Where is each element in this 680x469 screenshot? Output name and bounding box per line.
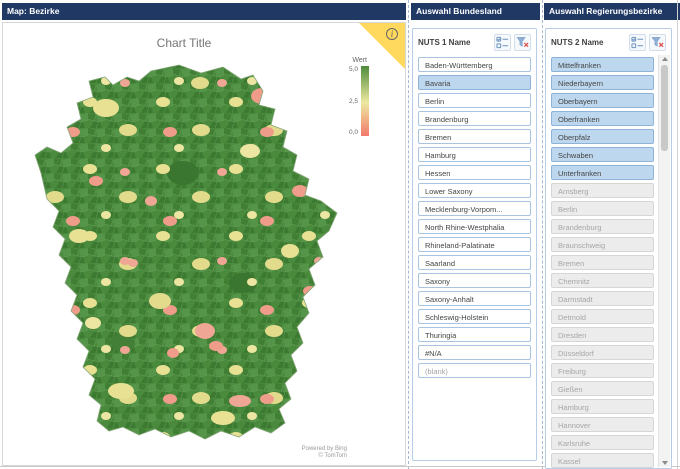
slicer-item[interactable]: Saxony-Anhalt <box>418 291 531 306</box>
regierungsbezirke-slicer: NUTS 2 Name Mittelfranken Niederbayern O… <box>545 28 672 469</box>
slicer-item[interactable]: (blank) <box>418 363 531 378</box>
clear-filter-icon <box>651 36 664 47</box>
scroll-down-icon[interactable] <box>662 461 668 465</box>
slicer-item[interactable]: Arnsberg <box>551 183 654 198</box>
regierungsbezirke-item-list: Mittelfranken Niederbayern Oberbayern Oberf… <box>546 55 671 468</box>
slicer-item[interactable]: Oberfranken <box>551 111 654 126</box>
slicer-item[interactable]: Brandenburg <box>418 111 531 126</box>
slicer-item[interactable]: Saxony <box>418 273 531 288</box>
column-separator <box>542 0 543 469</box>
dashboard: Map: Bezirke Auswahl Bundesland Auswahl … <box>0 0 680 469</box>
multi-select-button[interactable] <box>629 33 646 51</box>
column-separator <box>408 0 409 469</box>
slicer-item[interactable]: Darmstadt <box>551 291 654 306</box>
slicer-item[interactable]: Kassel <box>551 453 654 468</box>
slicer-item[interactable]: Mecklenburg-Vorpom... <box>418 201 531 216</box>
regierungsbezirke-panel-header: Auswahl Regierungsbezirke <box>544 3 680 20</box>
bundesland-panel-header: Auswahl Bundesland <box>411 3 540 20</box>
slicer-item[interactable]: Thuringia <box>418 327 531 342</box>
slicer-item[interactable]: #N/A <box>418 345 531 360</box>
legend-mid-label: 2,5 <box>348 97 358 105</box>
slicer-item[interactable]: Hessen <box>418 165 531 180</box>
scroll-up-icon[interactable] <box>662 57 668 61</box>
slicer-title: NUTS 2 Name <box>551 37 604 47</box>
scrollbar-thumb[interactable] <box>661 65 668 151</box>
map-chart-panel: Chart Title i Wert 5,0 2,5 0,0 Powered b… <box>2 22 406 466</box>
slicer-item[interactable]: Freiburg <box>551 363 654 378</box>
slicer-item[interactable]: Brandenburg <box>551 219 654 234</box>
window-edge <box>677 0 678 469</box>
legend-gradient-bar <box>361 66 369 136</box>
multi-select-button[interactable] <box>494 33 511 51</box>
slicer-item[interactable]: Karlsruhe <box>551 435 654 450</box>
slicer-item[interactable]: Bremen <box>551 255 654 270</box>
attribution-tomtom: © TomTom <box>318 453 347 459</box>
slicer-item[interactable]: Oberpfalz <box>551 129 654 144</box>
clear-filter-icon <box>516 36 529 47</box>
slicer-item[interactable]: Düsseldorf <box>551 345 654 360</box>
slicer-item[interactable]: Berlin <box>418 93 531 108</box>
slicer-title: NUTS 1 Name <box>418 37 471 47</box>
clear-filter-button[interactable] <box>514 33 531 51</box>
clear-filter-button[interactable] <box>649 33 666 51</box>
slicer-item[interactable]: Mittelfranken <box>551 57 654 72</box>
slicer-item[interactable]: Schwaben <box>551 147 654 162</box>
slicer-item[interactable]: Gießen <box>551 381 654 396</box>
slicer-item[interactable]: Braunschweig <box>551 237 654 252</box>
chart-title: Chart Title <box>156 36 212 50</box>
slicer-item[interactable]: Hamburg <box>551 399 654 414</box>
slicer-item[interactable]: Niederbayern <box>551 75 654 90</box>
slicer-item[interactable]: Chemnitz <box>551 273 654 288</box>
slicer-item[interactable]: Hannover <box>551 417 654 432</box>
slicer-item[interactable]: Lower Saxony <box>418 183 531 198</box>
info-icon: i <box>386 28 398 40</box>
slicer-item[interactable]: Rhineland-Palatinate <box>418 237 531 252</box>
slicer-item[interactable]: Dresden <box>551 327 654 342</box>
slicer-item[interactable]: Bavaria <box>418 75 531 90</box>
slicer-item[interactable]: Detmold <box>551 309 654 324</box>
multi-select-icon <box>631 36 644 48</box>
legend-title: Wert <box>352 57 367 64</box>
slicer-item[interactable]: Schleswig-Holstein <box>418 309 531 324</box>
map-attribution: Powered by Bing © TomTom <box>302 446 347 460</box>
map-legend: Wert 5,0 2,5 0,0 <box>325 57 383 136</box>
legend-min-label: 0,0 <box>348 129 358 136</box>
bundesland-slicer: NUTS 1 Name Baden-Württemberg Bavaria Be… <box>412 28 537 461</box>
slicer-item[interactable]: Saarland <box>418 255 531 270</box>
bundesland-item-list: Baden-Württemberg Bavaria Berlin Brandenbur… <box>413 55 536 378</box>
slicer-item[interactable]: Bremen <box>418 129 531 144</box>
multi-select-icon <box>496 36 509 48</box>
slicer-item[interactable]: Oberbayern <box>551 93 654 108</box>
slicer-item[interactable]: Baden-Württemberg <box>418 57 531 72</box>
slicer-scrollbar[interactable] <box>658 55 670 467</box>
slicer-item[interactable]: North Rhine-Westphalia <box>418 219 531 234</box>
slicer-item[interactable]: Unterfranken <box>551 165 654 180</box>
slicer-item[interactable]: Hamburg <box>418 147 531 162</box>
legend-max-label: 5,0 <box>348 66 358 73</box>
attribution-bing: Powered by Bing <box>301 446 347 452</box>
slicer-item[interactable]: Berlin <box>551 201 654 216</box>
map-panel-header: Map: Bezirke <box>2 3 406 20</box>
